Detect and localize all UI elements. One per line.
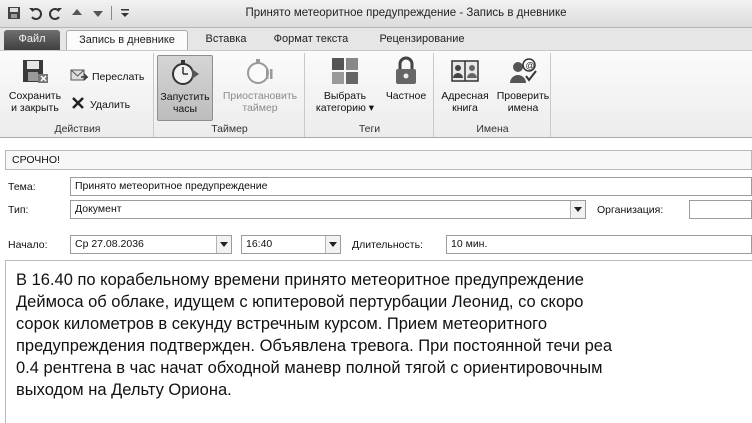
body-line: Деймоса об облаке, идущем с юпитеровой п…: [16, 293, 584, 311]
forward-label: Переслать: [92, 70, 145, 83]
journal-form: СРОЧНО! Тема: Принято метеоритное предуп…: [0, 138, 752, 423]
ribbon-tabs: Файл Запись в дневнике Вставка Формат те…: [0, 28, 752, 51]
chevron-down-icon[interactable]: [325, 236, 340, 253]
note-body[interactable]: В 16.40 по корабельному времени принято …: [5, 260, 752, 423]
private-button[interactable]: Частное: [382, 55, 430, 102]
group-label-tags: Теги: [358, 123, 381, 135]
body-line: 0.4 рентгена в час начат обходной маневр…: [16, 359, 603, 377]
start-time-value: 16:40: [246, 238, 273, 250]
title-bar: Принято метеоритное предупреждение - Зап…: [0, 0, 752, 28]
delete-label: Удалить: [90, 98, 131, 111]
categorize-button[interactable]: Выбрать категорию ▾: [312, 55, 378, 114]
categorize-icon: [328, 55, 362, 87]
save-close-label-2: и закрыть: [11, 102, 59, 114]
duration-label: Длительность:: [352, 239, 423, 251]
tab-file[interactable]: Файл: [4, 30, 60, 50]
save-close-button[interactable]: Сохранить и закрыть: [6, 55, 64, 114]
type-label: Тип:: [8, 204, 29, 216]
start-date-value: Ср 27.08.2036: [75, 238, 144, 250]
group-tags: Выбрать категорию ▾ Частное Теги: [306, 53, 434, 137]
tab-format-text[interactable]: Формат текста: [264, 30, 358, 50]
group-actions: Сохранить и закрыть Переслать Удалить Де…: [2, 53, 154, 137]
ribbon: Сохранить и закрыть Переслать Удалить Де…: [0, 50, 752, 138]
start-label: Начало:: [8, 239, 48, 251]
start-timer-label-1: Запустить: [160, 91, 210, 103]
private-label: Частное: [385, 90, 427, 102]
address-book-button[interactable]: Адресная книга: [437, 55, 493, 114]
body-line: В 16.40 по корабельному времени принято …: [16, 271, 584, 289]
type-select[interactable]: Документ: [70, 200, 586, 219]
subject-input[interactable]: Принято метеоритное предупреждение: [70, 177, 752, 196]
start-time-select[interactable]: 16:40: [241, 235, 341, 254]
address-book-label-1: Адресная: [441, 90, 489, 102]
pause-stopwatch-icon: [243, 55, 277, 87]
group-names: Адресная книга @ Проверить имена Имена: [435, 53, 551, 137]
stopwatch-icon: [168, 56, 202, 88]
check-names-icon: @: [506, 55, 540, 87]
chevron-down-icon[interactable]: [216, 236, 231, 253]
body-line: выходом на Дельту Ориона.: [16, 381, 232, 399]
save-close-icon: [18, 55, 52, 87]
info-bar: СРОЧНО!: [5, 150, 752, 170]
address-book-label-2: книга: [452, 102, 478, 114]
save-close-label-1: Сохранить: [8, 90, 62, 102]
chevron-down-icon[interactable]: [570, 201, 585, 218]
categorize-label-2: категорию ▾: [315, 102, 375, 114]
delete-button[interactable]: Удалить: [70, 95, 130, 114]
type-value: Документ: [75, 203, 122, 215]
pause-timer-label-1: Приостановить: [222, 90, 298, 102]
check-names-label-2: имена: [507, 102, 539, 114]
start-date-select[interactable]: Ср 27.08.2036: [70, 235, 232, 254]
forward-icon: [70, 67, 89, 86]
duration-select[interactable]: 10 мин.: [446, 235, 752, 254]
delete-icon: [70, 95, 86, 114]
check-names-label-1: Проверить: [496, 90, 550, 102]
categorize-label-1: Выбрать: [323, 90, 367, 102]
start-timer-label-2: часы: [172, 103, 198, 115]
group-label-actions: Действия: [54, 123, 101, 135]
tab-insert[interactable]: Вставка: [196, 30, 256, 50]
start-timer-button[interactable]: Запустить часы: [157, 55, 213, 121]
note-body-text[interactable]: В 16.40 по корабельному времени принято …: [16, 269, 752, 401]
tab-journal-entry[interactable]: Запись в дневнике: [66, 30, 188, 51]
check-names-button[interactable]: @ Проверить имена: [495, 55, 551, 114]
window-title: Принято метеоритное предупреждение - Зап…: [245, 7, 567, 19]
forward-button[interactable]: Переслать: [70, 67, 144, 86]
group-timer: Запустить часы Приостановить таймер Тайм…: [155, 53, 305, 137]
group-label-names: Имена: [476, 123, 509, 135]
group-label-timer: Таймер: [211, 123, 248, 135]
pause-timer-button[interactable]: Приостановить таймер: [217, 55, 303, 114]
lock-icon: [389, 55, 423, 87]
company-input[interactable]: [689, 200, 752, 219]
body-line: предупреждения подтвержден. Объявлена тр…: [16, 337, 613, 355]
company-label: Организация:: [597, 204, 664, 216]
body-line: сорок километров в секунду встречным кур…: [16, 315, 548, 333]
pause-timer-label-2: таймер: [242, 102, 278, 114]
subject-label: Тема:: [8, 181, 36, 193]
svg-text:@: @: [526, 61, 535, 71]
address-book-icon: [448, 55, 482, 87]
tab-review[interactable]: Рецензирование: [366, 30, 478, 50]
